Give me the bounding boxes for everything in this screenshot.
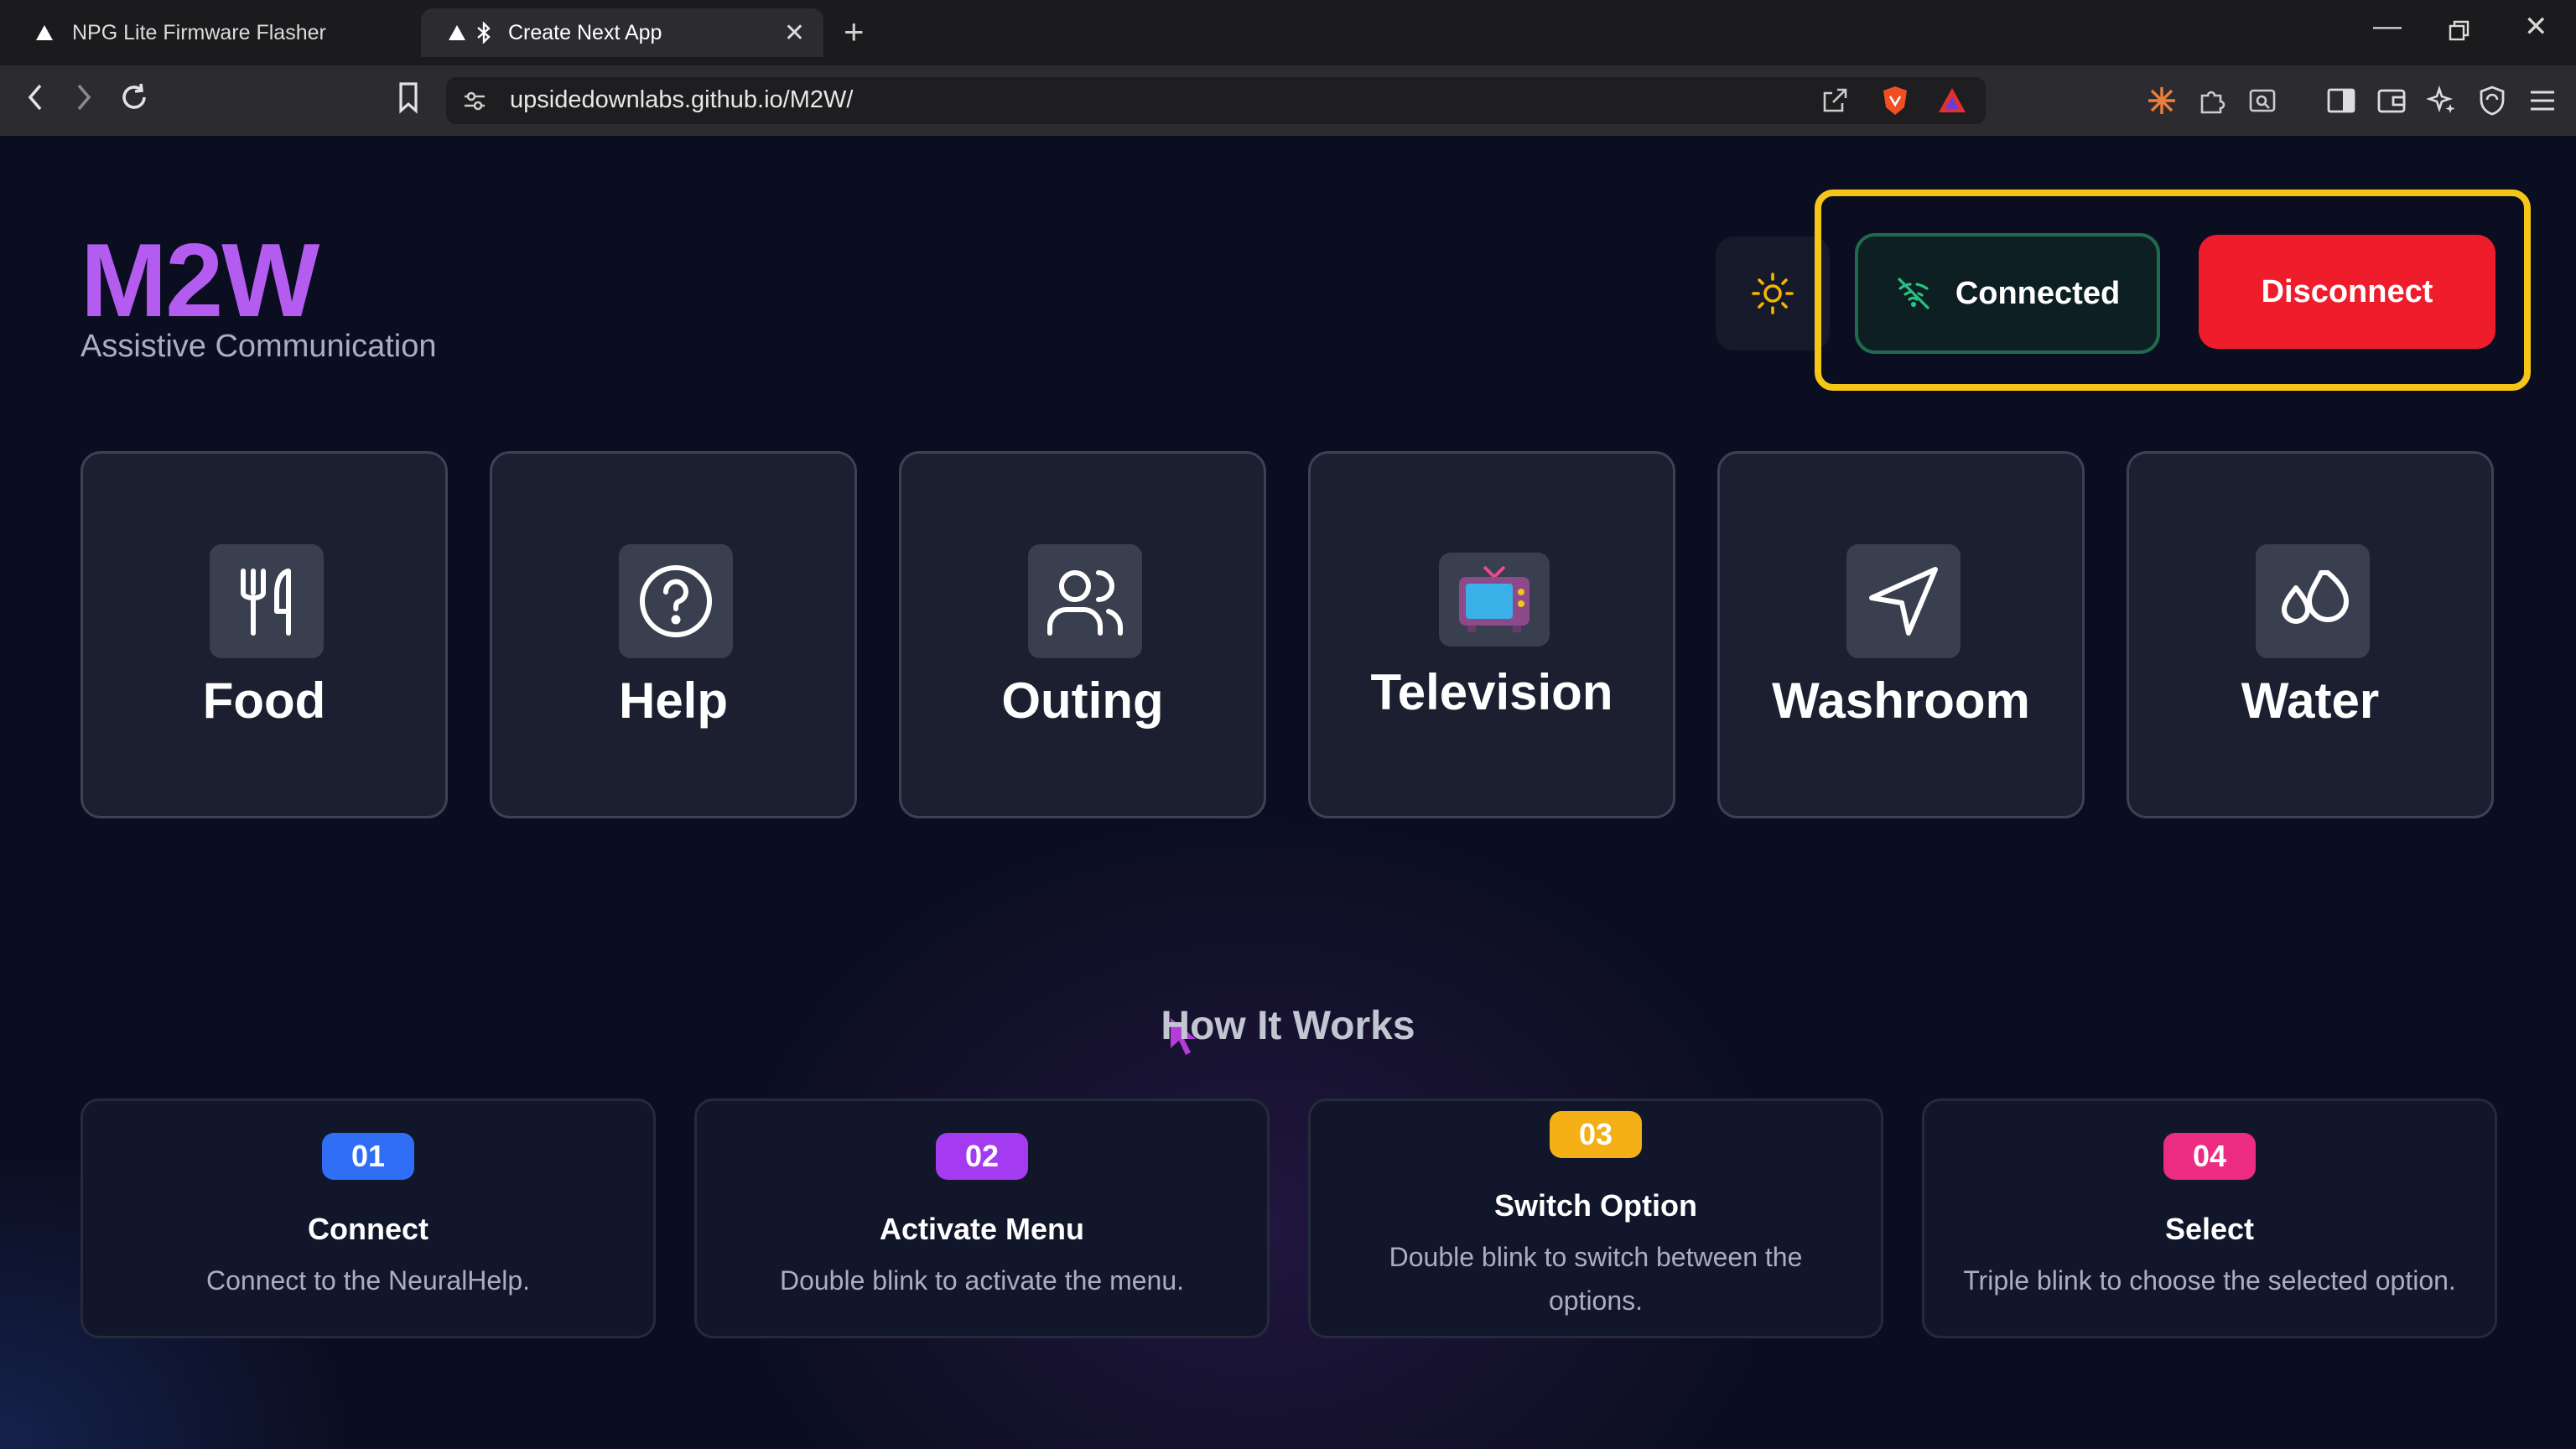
users-icon bbox=[1028, 544, 1142, 658]
step-title: Select bbox=[2164, 1212, 2255, 1246]
extensions-puzzle-icon[interactable] bbox=[2195, 84, 2229, 117]
screenshot-icon[interactable] bbox=[2246, 84, 2279, 117]
url-text: upsidedownlabs.github.io/M2W/ bbox=[510, 86, 854, 113]
wallet-icon[interactable] bbox=[2375, 84, 2408, 117]
close-tab-icon[interactable]: ✕ bbox=[784, 18, 805, 48]
connection-status-button[interactable]: Connected bbox=[1855, 233, 2160, 354]
app-logo: M2W bbox=[80, 223, 319, 339]
step-title: Activate Menu bbox=[879, 1212, 1085, 1246]
site-settings-icon[interactable] bbox=[458, 84, 491, 117]
tile-label: Help bbox=[618, 673, 729, 729]
triangle-icon bbox=[34, 22, 55, 44]
app-page: M2W Assistive Communication Connected Di… bbox=[0, 136, 2576, 1449]
tile-label: Outing bbox=[1001, 673, 1164, 729]
tile-label: Television bbox=[1370, 664, 1613, 720]
forward-icon[interactable] bbox=[69, 80, 97, 118]
step-description: Connect to the NeuralHelp. bbox=[206, 1265, 530, 1296]
disconnect-button[interactable]: Disconnect bbox=[2199, 235, 2496, 349]
step-card-activate-menu: 02 Activate Menu Double blink to activat… bbox=[694, 1098, 1270, 1338]
step-card-select: 04 Select Triple blink to choose the sel… bbox=[1922, 1098, 2497, 1338]
step-number-badge: 04 bbox=[2163, 1133, 2256, 1180]
tab-label: Create Next App bbox=[508, 20, 662, 44]
triangle-icon bbox=[446, 22, 468, 44]
extension-burst-icon[interactable] bbox=[2145, 84, 2179, 117]
tile-help[interactable]: Help bbox=[490, 451, 857, 818]
tile-label: Washroom bbox=[1772, 673, 2030, 729]
step-title: Connect bbox=[308, 1212, 428, 1246]
step-number-badge: 01 bbox=[322, 1133, 414, 1180]
tile-outing[interactable]: Outing bbox=[899, 451, 1266, 818]
droplets-icon bbox=[2256, 544, 2370, 658]
question-icon bbox=[619, 544, 733, 658]
brave-rewards-icon[interactable] bbox=[1935, 84, 1969, 117]
vpn-shield-icon[interactable] bbox=[2475, 84, 2509, 117]
step-description: Double blink to switch between the optio… bbox=[1389, 1242, 1803, 1316]
menu-icon[interactable] bbox=[2526, 84, 2559, 117]
back-icon[interactable] bbox=[22, 80, 50, 118]
close-window-icon[interactable]: ✕ bbox=[2524, 10, 2548, 44]
tv-icon bbox=[1439, 553, 1550, 647]
step-number-badge: 03 bbox=[1550, 1111, 1642, 1158]
tile-washroom[interactable]: Washroom bbox=[1717, 451, 2085, 818]
tab-npg-lite[interactable]: NPG Lite Firmware Flasher bbox=[8, 8, 419, 57]
sun-icon bbox=[1749, 270, 1796, 317]
leo-ai-icon[interactable] bbox=[2425, 84, 2459, 117]
tab-create-next-app[interactable]: Create Next App ✕ bbox=[421, 8, 823, 57]
tile-label: Food bbox=[202, 673, 326, 729]
bookmark-icon[interactable] bbox=[394, 80, 423, 118]
connection-status-label: Connected bbox=[1955, 275, 2121, 311]
tile-food[interactable]: Food bbox=[80, 451, 448, 818]
tab-label: NPG Lite Firmware Flasher bbox=[72, 20, 326, 44]
step-description: Double blink to activate the menu. bbox=[779, 1265, 1185, 1296]
tile-water[interactable]: Water bbox=[2127, 451, 2494, 818]
tile-label: Water bbox=[2241, 673, 2380, 729]
navigation-arrow-icon bbox=[1846, 544, 1961, 658]
bluetooth-icon bbox=[475, 22, 493, 44]
sidebar-icon[interactable] bbox=[2324, 84, 2358, 117]
brave-shield-icon[interactable] bbox=[1878, 84, 1912, 117]
fork-knife-icon bbox=[210, 544, 324, 658]
step-title: Switch Option bbox=[1494, 1188, 1697, 1223]
theme-toggle-button[interactable] bbox=[1716, 236, 1830, 351]
tile-television[interactable]: Television bbox=[1308, 451, 1675, 818]
share-icon[interactable] bbox=[1818, 84, 1852, 117]
step-card-switch-option: 03 Switch Option Double blink to switch … bbox=[1308, 1098, 1883, 1338]
restore-icon[interactable] bbox=[2449, 17, 2470, 49]
browser-tab-bar: NPG Lite Firmware Flasher Create Next Ap… bbox=[0, 0, 2576, 65]
step-card-connect: 01 Connect Connect to the NeuralHelp. bbox=[80, 1098, 656, 1338]
how-it-works-title: How It Works bbox=[1161, 1004, 1415, 1048]
step-description: Triple blink to choose the selected opti… bbox=[1963, 1265, 2456, 1296]
new-tab-icon[interactable]: + bbox=[844, 12, 865, 52]
reload-icon[interactable] bbox=[117, 80, 151, 118]
step-number-badge: 02 bbox=[936, 1133, 1028, 1180]
minimize-icon[interactable]: — bbox=[2373, 10, 2402, 43]
app-subtitle: Assistive Communication bbox=[80, 329, 437, 364]
wifi-off-icon bbox=[1895, 275, 1932, 312]
